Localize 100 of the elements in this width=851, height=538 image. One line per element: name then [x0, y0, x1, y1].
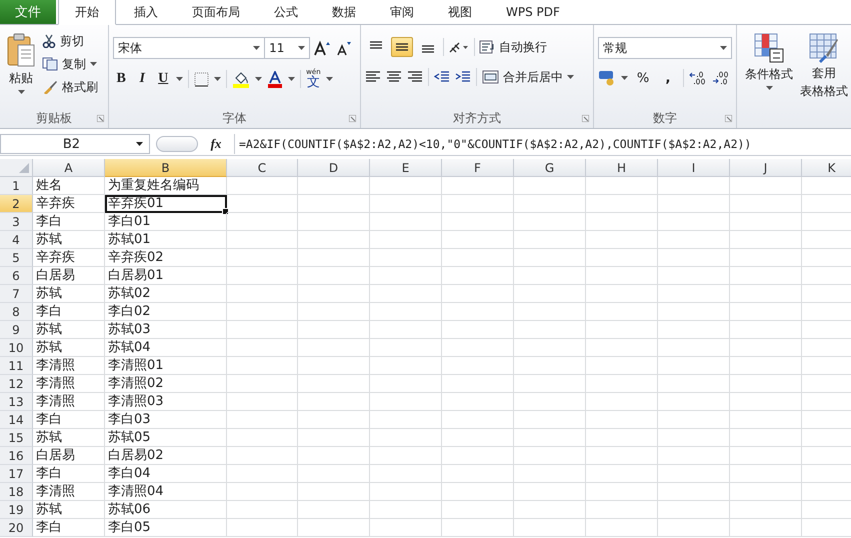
- merge-center-button[interactable]: 合并后居中: [482, 67, 574, 87]
- row-header[interactable]: 10: [0, 339, 33, 357]
- grow-font-icon[interactable]: [314, 40, 332, 56]
- ribbon-tab[interactable]: 页面布局: [176, 0, 256, 24]
- caret-icon: [90, 62, 97, 66]
- wrap-text-icon: [478, 40, 495, 54]
- dialog-launcher-icon: [97, 115, 104, 122]
- shrink-font-icon[interactable]: [336, 40, 352, 56]
- ribbon-tab[interactable]: 公式: [258, 0, 314, 24]
- ribbon-tab[interactable]: WPS PDF: [490, 0, 576, 24]
- ribbon-tab[interactable]: 数据: [316, 0, 372, 24]
- row-header[interactable]: 3: [0, 213, 33, 231]
- column-header[interactable]: I: [658, 159, 730, 177]
- align-lines-icon[interactable]: [386, 71, 402, 83]
- row-header[interactable]: 7: [0, 285, 33, 303]
- row-header[interactable]: 20: [0, 519, 33, 537]
- merge-cells-icon: [482, 70, 499, 84]
- empty-cell: [298, 411, 370, 429]
- empty-cell: [586, 465, 658, 483]
- increase-decimal-icon[interactable]: [689, 71, 707, 85]
- row-header[interactable]: 16: [0, 447, 33, 465]
- table-cell: 苏轼02: [105, 285, 227, 303]
- column-header[interactable]: A: [33, 159, 105, 177]
- row-header[interactable]: 5: [0, 249, 33, 267]
- ribbon-tab[interactable]: 插入: [118, 0, 174, 24]
- row-header[interactable]: 17: [0, 465, 33, 483]
- ribbon-tab[interactable]: 开始: [58, 0, 116, 25]
- column-header[interactable]: J: [730, 159, 802, 177]
- column-header[interactable]: D: [298, 159, 370, 177]
- row-header[interactable]: 9: [0, 321, 33, 339]
- splitter-handle[interactable]: [156, 136, 198, 152]
- name-box[interactable]: B2: [0, 134, 150, 154]
- decrease-decimal-icon[interactable]: [712, 71, 730, 85]
- table-cell: 李白02: [105, 303, 227, 321]
- empty-cell: [227, 213, 298, 231]
- number-format-dropdown[interactable]: 常规: [598, 37, 732, 59]
- font-size-dropdown[interactable]: 11: [264, 37, 310, 59]
- insert-function-button[interactable]: fx: [204, 136, 228, 152]
- align-lines-icon[interactable]: [406, 71, 423, 83]
- increase-indent-icon[interactable]: [454, 71, 471, 83]
- table-cell: 苏轼: [33, 231, 105, 249]
- row-header[interactable]: 12: [0, 375, 33, 393]
- paste-button[interactable]: 粘贴: [4, 29, 38, 108]
- file-tab[interactable]: 文件: [0, 0, 56, 24]
- bold-button[interactable]: B: [113, 70, 130, 88]
- underline-button[interactable]: U: [155, 70, 172, 88]
- column-header[interactable]: B: [105, 159, 227, 177]
- row-header[interactable]: 14: [0, 411, 33, 429]
- ribbon-tab[interactable]: 视图: [432, 0, 488, 24]
- empty-cell: [298, 447, 370, 465]
- row-header[interactable]: 11: [0, 357, 33, 375]
- format-painter-button[interactable]: 格式刷: [42, 77, 98, 97]
- row-header[interactable]: 18: [0, 483, 33, 501]
- conditional-format-button[interactable]: 条件格式: [741, 29, 797, 128]
- row-header[interactable]: 8: [0, 303, 33, 321]
- table-cell: 李白03: [105, 411, 227, 429]
- font-color-icon[interactable]: [267, 70, 284, 88]
- row-header[interactable]: 2: [0, 195, 33, 213]
- empty-cell: [658, 393, 730, 411]
- table-brush-icon: [809, 33, 839, 63]
- copy-button[interactable]: 复制: [42, 54, 98, 74]
- column-header[interactable]: E: [370, 159, 442, 177]
- column-header[interactable]: G: [514, 159, 586, 177]
- borders-icon[interactable]: [194, 72, 210, 86]
- column-header[interactable]: H: [586, 159, 658, 177]
- fill-color-icon[interactable]: [232, 70, 250, 88]
- comma-style-button[interactable]: ,: [658, 70, 678, 86]
- empty-cell: [370, 483, 442, 501]
- cut-button[interactable]: 剪切: [42, 31, 98, 51]
- vertical-align-button[interactable]: [390, 37, 413, 57]
- row-header[interactable]: 1: [0, 177, 33, 195]
- font-name-dropdown[interactable]: 宋体: [113, 37, 266, 59]
- row-header[interactable]: 6: [0, 267, 33, 285]
- formula-field[interactable]: =A2&IF(COUNTIF($A$2:A2,A2)<10,"0"&COUNTIF($A$2:A2,A2),COUNTIF($A$2:A2,A2)): [234, 134, 851, 154]
- empty-cell: [514, 357, 586, 375]
- percent-button[interactable]: %: [633, 70, 653, 86]
- table-cell: 李清照03: [105, 393, 227, 411]
- row-header[interactable]: 13: [0, 393, 33, 411]
- row-header[interactable]: 4: [0, 231, 33, 249]
- decrease-indent-icon[interactable]: [434, 71, 450, 83]
- italic-button[interactable]: I: [134, 70, 150, 88]
- wrap-text-button[interactable]: 自动换行: [478, 37, 547, 57]
- empty-cell: [658, 519, 730, 537]
- empty-cell: [298, 303, 370, 321]
- align-lines-icon[interactable]: [364, 71, 381, 83]
- row-header[interactable]: 19: [0, 501, 33, 519]
- column-header[interactable]: C: [227, 159, 298, 177]
- table-cell: 白居易: [33, 447, 105, 465]
- column-header[interactable]: K: [802, 159, 851, 177]
- column-header[interactable]: F: [442, 159, 514, 177]
- table-cell: 李白: [33, 411, 105, 429]
- table-format-button[interactable]: 套用 表格格式: [801, 29, 847, 128]
- empty-cell: [586, 519, 658, 537]
- currency-icon[interactable]: [598, 70, 616, 86]
- text-orientation-icon[interactable]: [448, 40, 470, 54]
- ribbon-tab[interactable]: 审阅: [374, 0, 430, 24]
- empty-cell: [586, 249, 658, 267]
- empty-cell: [730, 357, 802, 375]
- row-header[interactable]: 15: [0, 429, 33, 447]
- empty-cell: [658, 267, 730, 285]
